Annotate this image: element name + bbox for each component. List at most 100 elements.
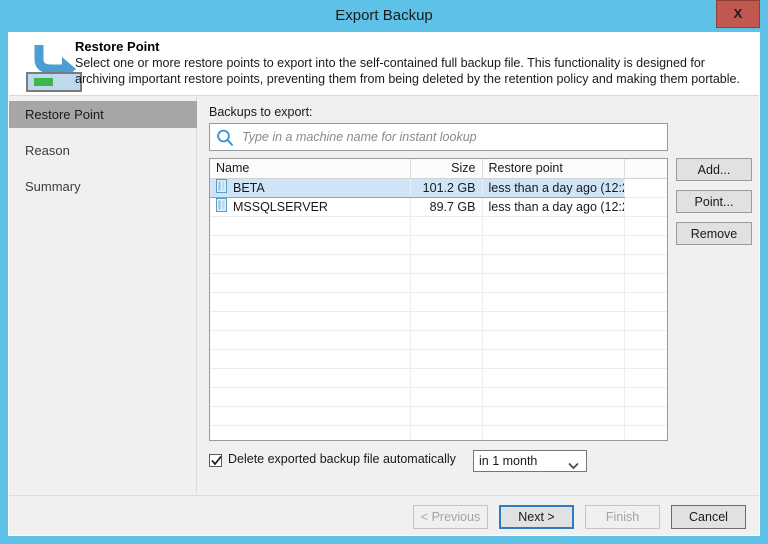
cell-empty: [482, 349, 624, 368]
cell-size: 101.2 GB: [410, 178, 482, 197]
cell-empty: [482, 330, 624, 349]
point-button[interactable]: Point...: [676, 190, 752, 213]
window-title: Export Backup: [0, 0, 768, 32]
cell-empty: [624, 311, 667, 330]
cell-empty: [410, 387, 482, 406]
cell-empty: [410, 368, 482, 387]
cell-empty: [482, 311, 624, 330]
table-row-empty[interactable]: [210, 292, 667, 311]
delete-exported-backup-label[interactable]: Delete exported backup file automaticall…: [228, 452, 456, 466]
row-name-text: MSSQLSERVER: [233, 200, 328, 214]
cell-blank: [624, 197, 667, 216]
table-header-row: Name Size Restore point: [210, 159, 667, 178]
cell-empty: [482, 292, 624, 311]
cell-empty: [210, 387, 410, 406]
table-row-empty[interactable]: [210, 311, 667, 330]
cell-empty: [624, 273, 667, 292]
cell-empty: [210, 311, 410, 330]
cell-empty: [482, 425, 624, 441]
cell-empty: [482, 406, 624, 425]
table-row-empty[interactable]: [210, 349, 667, 368]
cell-restore-point: less than a day ago (12:23 AM...: [482, 197, 624, 216]
close-icon[interactable]: X: [716, 0, 760, 28]
cell-empty: [210, 425, 410, 441]
row-name-text: BETA: [233, 181, 265, 195]
dialog-client-area: Restore Point Select one or more restore…: [8, 32, 760, 536]
search-icon: [215, 128, 235, 148]
sidebar-item-summary[interactable]: Summary: [9, 173, 197, 200]
cell-empty: [624, 349, 667, 368]
backups-table[interactable]: Name Size Restore point BETA 101.2 GBless…: [209, 158, 668, 441]
cell-empty: [410, 273, 482, 292]
previous-button[interactable]: < Previous: [413, 505, 488, 529]
table-row-empty[interactable]: [210, 330, 667, 349]
cell-empty: [482, 273, 624, 292]
cell-empty: [210, 216, 410, 235]
cell-empty: [210, 273, 410, 292]
cell-empty: [624, 368, 667, 387]
table-row-empty[interactable]: [210, 216, 667, 235]
banner-title: Restore Point: [75, 39, 160, 54]
remove-button[interactable]: Remove: [676, 222, 752, 245]
cell-empty: [410, 406, 482, 425]
search-input[interactable]: [240, 124, 664, 150]
table-row[interactable]: MSSQLSERVER 89.7 GBless than a day ago (1…: [210, 197, 667, 216]
table-row-empty[interactable]: [210, 254, 667, 273]
sidebar-item-restore-point[interactable]: Restore Point: [9, 101, 197, 128]
machine-icon: [216, 198, 227, 215]
next-button[interactable]: Next >: [499, 505, 574, 529]
cell-name: MSSQLSERVER: [210, 197, 410, 216]
finish-button[interactable]: Finish: [585, 505, 660, 529]
cell-empty: [210, 368, 410, 387]
cell-empty: [624, 292, 667, 311]
dialog-footer: < Previous Next > Finish Cancel: [9, 495, 759, 535]
table-row[interactable]: BETA101.2 GBless than a day ago (12:21 A…: [210, 178, 667, 197]
cell-empty: [210, 406, 410, 425]
cell-empty: [410, 216, 482, 235]
cell-empty: [624, 425, 667, 441]
cell-empty: [410, 425, 482, 441]
cancel-button[interactable]: Cancel: [671, 505, 746, 529]
cell-empty: [210, 292, 410, 311]
cell-empty: [210, 330, 410, 349]
cell-empty: [410, 311, 482, 330]
cell-empty: [410, 235, 482, 254]
retention-period-value: in 1 month: [479, 451, 537, 471]
title-bar[interactable]: Export Backup X: [0, 0, 768, 32]
column-header-restore-point[interactable]: Restore point: [482, 159, 624, 178]
delete-option-row: Delete exported backup file automaticall…: [209, 450, 757, 474]
table-row-empty[interactable]: [210, 368, 667, 387]
cell-empty: [624, 406, 667, 425]
main-pane: Backups to export:: [198, 97, 759, 494]
cell-empty: [624, 387, 667, 406]
cell-empty: [410, 254, 482, 273]
table-row-empty[interactable]: [210, 406, 667, 425]
wizard-steps-sidebar: Restore Point Reason Summary: [9, 97, 197, 494]
cell-size: 89.7 GB: [410, 197, 482, 216]
column-header-size[interactable]: Size: [410, 159, 482, 178]
cell-empty: [410, 292, 482, 311]
add-button[interactable]: Add...: [676, 158, 752, 181]
cell-empty: [210, 235, 410, 254]
table-row-empty[interactable]: [210, 387, 667, 406]
table-row-empty[interactable]: [210, 235, 667, 254]
machine-icon: [216, 179, 227, 196]
cell-blank: [624, 178, 667, 197]
delete-exported-backup-checkbox[interactable]: [209, 454, 222, 467]
cell-empty: [624, 254, 667, 273]
cell-empty: [410, 349, 482, 368]
column-header-name[interactable]: Name: [210, 159, 410, 178]
backups-to-export-label: Backups to export:: [209, 105, 313, 119]
dialog-banner: Restore Point Select one or more restore…: [9, 33, 759, 96]
table-row-empty[interactable]: [210, 273, 667, 292]
table-row-empty[interactable]: [210, 425, 667, 441]
export-backup-dialog: Export Backup X Restore Point Select one…: [0, 0, 768, 544]
cell-empty: [210, 254, 410, 273]
column-header-blank[interactable]: [624, 159, 667, 178]
retention-period-select[interactable]: in 1 month: [473, 450, 587, 472]
cell-empty: [624, 330, 667, 349]
cell-empty: [482, 368, 624, 387]
sidebar-item-reason[interactable]: Reason: [9, 137, 197, 164]
export-restore-point-icon: [23, 37, 83, 93]
search-box[interactable]: [209, 123, 668, 151]
